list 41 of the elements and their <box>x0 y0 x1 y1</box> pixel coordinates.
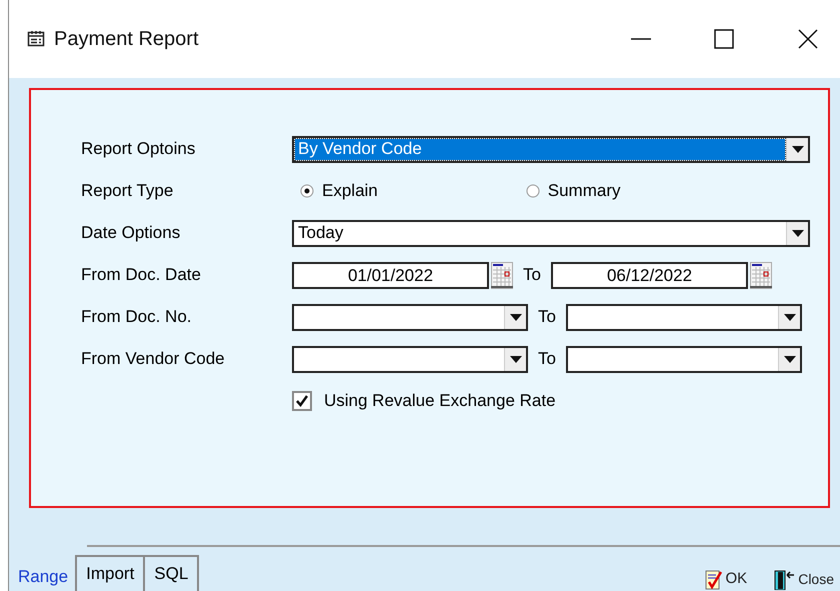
dropdown-arrow-icon[interactable] <box>792 230 804 236</box>
date-field[interactable]: 06/12/2022 <box>551 262 748 288</box>
close-button[interactable]: Close <box>773 569 834 590</box>
ok-button[interactable]: OK <box>704 568 748 590</box>
field-label: Report Type <box>81 180 174 202</box>
field-label: Date Options <box>81 222 182 244</box>
calendar-icon[interactable] <box>491 262 513 288</box>
dropdown-field[interactable]: Today <box>292 220 810 246</box>
dropdown-arrow-icon[interactable] <box>510 314 522 320</box>
checkbox[interactable]: Using Revalue Exchange Rate <box>292 388 556 414</box>
radio-button[interactable]: Explain <box>300 178 378 204</box>
date-field[interactable]: 01/01/2022 <box>292 262 489 288</box>
field-label: From Vendor Code <box>81 348 226 370</box>
dropdown-field[interactable] <box>292 304 528 330</box>
dropdown-arrow-icon[interactable] <box>784 314 796 320</box>
dropdown-field[interactable]: By Vendor Code <box>292 136 810 162</box>
dropdown-arrow-icon[interactable] <box>510 356 522 362</box>
close-icon[interactable] <box>798 29 818 49</box>
checkbox-icon[interactable] <box>292 391 312 411</box>
checklist-icon <box>704 570 723 590</box>
dropdown-field[interactable] <box>566 346 802 372</box>
radio-button[interactable]: Summary <box>526 178 620 204</box>
to-label: To <box>537 348 557 370</box>
dropdown-field[interactable] <box>292 346 528 372</box>
dropdown-field[interactable] <box>566 304 802 330</box>
field-label: From Doc. Date <box>81 264 202 286</box>
window-title: Payment Report <box>54 27 199 52</box>
door-icon <box>773 570 796 590</box>
radio-icon[interactable] <box>526 184 540 198</box>
dropdown-arrow-icon[interactable] <box>792 146 804 152</box>
tab[interactable]: Import <box>75 555 146 591</box>
to-label: To <box>522 264 542 286</box>
tab[interactable]: SQL <box>143 555 200 591</box>
dropdown-arrow-icon[interactable] <box>784 356 796 362</box>
calendar-icon[interactable] <box>750 262 772 288</box>
to-label: To <box>537 306 557 328</box>
radio-icon[interactable] <box>300 184 314 198</box>
field-label: From Doc. No. <box>81 306 193 328</box>
field-label: Report Optoins <box>81 138 196 160</box>
report-icon <box>27 30 45 48</box>
maximize-icon[interactable] <box>714 29 734 49</box>
